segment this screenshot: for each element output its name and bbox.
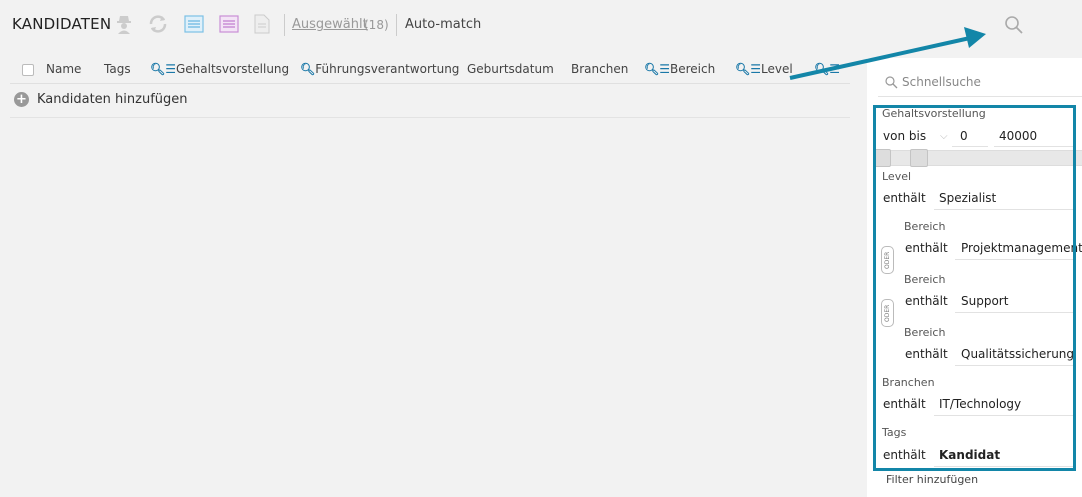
annotation-arrow bbox=[789, 27, 986, 80]
